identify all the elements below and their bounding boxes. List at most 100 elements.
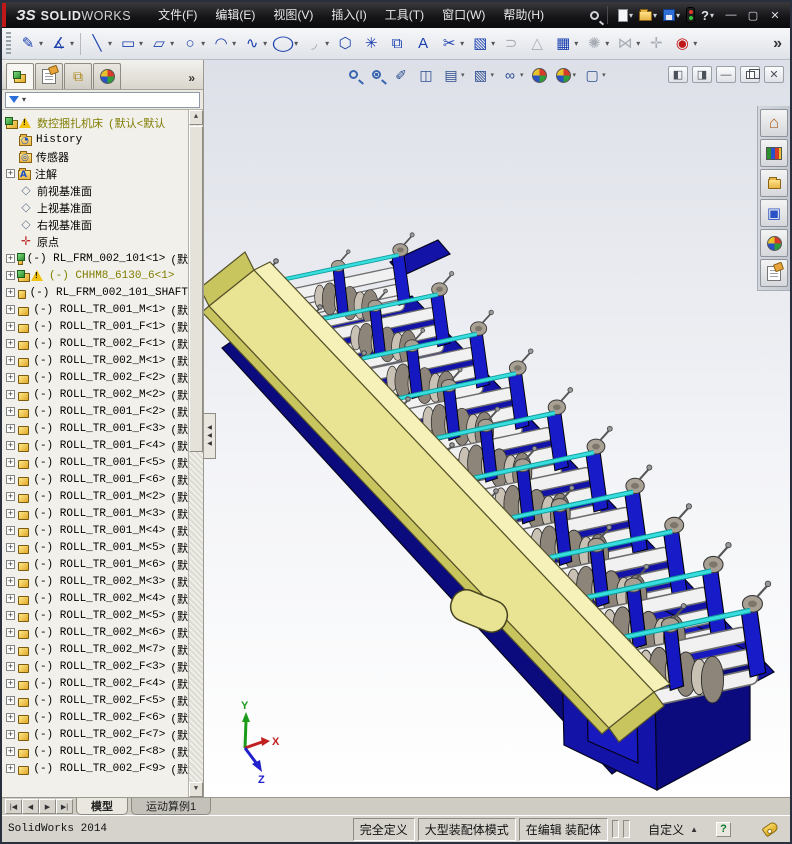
tree-item[interactable]: + (-) ROLL_TR_002_F<8> (默 [2, 743, 188, 760]
search-icon[interactable] [589, 10, 599, 20]
tree-item[interactable]: + (-) ROLL_TR_002_F<1> (默 [2, 335, 188, 352]
expand-icon[interactable]: + [6, 764, 15, 773]
expand-icon[interactable]: + [6, 169, 15, 178]
polygon-button[interactable]: ⬡ [332, 32, 358, 56]
sketch-text-button[interactable]: A [410, 32, 436, 56]
tab-motion-study[interactable]: 运动算例1 [131, 798, 212, 815]
dropdown-icon[interactable]: ▾ [605, 39, 609, 48]
convert-entities-button[interactable]: ⧉ [384, 32, 410, 56]
tree-item[interactable]: + (-) ROLL_TR_002_F<9> (默 [2, 760, 188, 777]
tree-item[interactable]: ◇ 上视基准面 [2, 199, 188, 216]
tree-item[interactable]: + 注解 [2, 165, 188, 182]
dropdown-icon[interactable]: ▾ [108, 39, 112, 48]
sketch-fillet-button[interactable]: ◞ ▾ [301, 32, 332, 56]
linear-sketch-pattern-button[interactable]: ▦ ▾ [550, 32, 581, 56]
tree-item[interactable]: + (-) ROLL_TR_001_F<1> (默 [2, 318, 188, 335]
tree-item[interactable]: + (-) ROLL_TR_002_M<7> (默 [2, 641, 188, 658]
view-palette-button[interactable]: ▣ [760, 199, 788, 227]
tree-item[interactable]: + (-) ROLL_TR_001_F<6> (默 [2, 471, 188, 488]
expand-icon[interactable]: + [6, 356, 15, 365]
hide-show-items-button[interactable]: ∞ ▾ [499, 65, 526, 85]
panel-tabs-overflow[interactable]: » [188, 71, 201, 89]
expand-icon[interactable]: + [6, 254, 15, 263]
tree-item[interactable]: + (-) ROLL_TR_001_M<3> (默 [2, 505, 188, 522]
tab-nav-button-1[interactable]: ◀ [22, 799, 39, 814]
minimize-document-button[interactable]: — [716, 66, 736, 83]
graphics-area[interactable]: Y X Z [204, 60, 790, 797]
tree-item[interactable]: + (-) RL_FRM_002_101_SHAFT [2, 284, 188, 301]
dropdown-icon[interactable]: ▾ [676, 11, 680, 20]
apply-scene-button[interactable]: ▾ [553, 66, 579, 85]
dropdown-icon[interactable]: ▾ [629, 11, 633, 20]
zoom-to-area-button[interactable] [367, 66, 387, 85]
tree-item[interactable]: + (-) ROLL_TR_001_M<4> (默 [2, 522, 188, 539]
circle-button[interactable]: ○ ▾ [177, 32, 208, 56]
tree-item[interactable]: + (-) ROLL_TR_002_F<3> (默 [2, 658, 188, 675]
point-button[interactable]: ✳ [358, 32, 384, 56]
isometric-sketch-button[interactable]: ▧ ▾ [467, 32, 498, 56]
expand-icon[interactable]: + [6, 526, 15, 535]
dropdown-icon[interactable]: ▾ [491, 39, 495, 48]
scrollbar-thumb[interactable] [189, 126, 203, 452]
expand-icon[interactable]: + [6, 305, 15, 314]
expand-icon[interactable]: + [6, 662, 15, 671]
open-document-icon[interactable]: ▾ [637, 7, 659, 23]
filter-caret-icon[interactable]: ▾ [22, 95, 26, 104]
ellipse-button[interactable]: ◯ ▾ [270, 32, 301, 56]
zoom-to-fit-button[interactable] [344, 66, 364, 85]
expand-icon[interactable]: + [6, 577, 15, 586]
tree-item[interactable]: + (-) RL_FRM_002_101<1> (默 [2, 250, 188, 267]
menu-窗口[interactable]: 窗口(W) [433, 2, 494, 28]
dropdown-icon[interactable]: ▾ [460, 39, 464, 48]
tab-nav-button-3[interactable]: ▶| [56, 799, 73, 814]
expand-icon[interactable]: + [6, 679, 15, 688]
menu-文件[interactable]: 文件(F) [149, 2, 206, 28]
dropdown-icon[interactable]: ▾ [170, 39, 174, 48]
expand-icon[interactable]: + [6, 288, 15, 297]
dropdown-icon[interactable]: ▾ [636, 39, 640, 48]
tree-item[interactable]: ✛ 原点 [2, 233, 188, 250]
expand-icon[interactable]: + [6, 509, 15, 518]
status-help-button[interactable]: ? [716, 821, 731, 837]
toolbar-overflow-button[interactable]: » [769, 35, 786, 53]
close-document-button[interactable]: ✕ [764, 66, 784, 83]
tree-item[interactable]: + (-) ROLL_TR_002_F<6> (默 [2, 709, 188, 726]
offset-entities-button[interactable]: ⊃ [498, 32, 524, 56]
expand-icon[interactable]: + [6, 441, 15, 450]
menu-视图[interactable]: 视图(V) [264, 2, 322, 28]
feedback-tag-icon[interactable] [761, 820, 780, 838]
tree-item[interactable]: + (-) ROLL_TR_002_M<3> (默 [2, 573, 188, 590]
expand-icon[interactable]: + [6, 271, 15, 280]
tree-item-root[interactable]: 数控捆扎机床 (默认<默认 [2, 114, 188, 131]
expand-icon[interactable]: + [6, 492, 15, 501]
save-document-icon[interactable]: ▾ [661, 7, 682, 23]
display-style-button[interactable]: ▧ ▾ [470, 65, 497, 85]
custom-properties-button[interactable] [760, 259, 788, 287]
tree-item[interactable]: + (-) ROLL_TR_002_F<4> (默 [2, 675, 188, 692]
expand-icon[interactable]: + [6, 611, 15, 620]
tile-pane-right-button[interactable]: ◨ [692, 66, 712, 83]
display-relations-button[interactable]: △ [524, 32, 550, 56]
tree-item[interactable]: ◇ 右视基准面 [2, 216, 188, 233]
tree-item[interactable]: + (-) ROLL_TR_001_F<4> (默 [2, 437, 188, 454]
dropdown-icon[interactable]: ▾ [520, 71, 524, 79]
dropdown-icon[interactable]: ▾ [232, 39, 236, 48]
toolbar-grip[interactable] [6, 31, 11, 56]
tree-item[interactable]: + (-) CHHM8_6130_6<1> [2, 267, 188, 284]
tree-scrollbar[interactable]: ▲ ▼ [188, 110, 203, 797]
tree-item[interactable]: + (-) ROLL_TR_001_M<2> (默 [2, 488, 188, 505]
menu-插入[interactable]: 插入(I) [322, 2, 375, 28]
smart-dimension-button[interactable]: ∡ ▾ [46, 32, 77, 56]
graphics-viewport[interactable]: ✐ ◫ ▤ ▾ ▧ ▾ ∞ ▾ ▾ ▢ ▾ ◧ ◨ — ✕ ⌂ ▣ Y X Z [204, 60, 790, 797]
expand-icon[interactable]: + [6, 543, 15, 552]
tree-item[interactable]: 传感器 [2, 148, 188, 165]
tree-item[interactable]: + (-) ROLL_TR_001_M<1> (默 [2, 301, 188, 318]
dropdown-icon[interactable]: ▾ [70, 39, 74, 48]
expand-icon[interactable]: + [6, 373, 15, 382]
tab-nav-button-0[interactable]: |◀ [5, 799, 22, 814]
dropdown-icon[interactable]: ▾ [573, 71, 577, 79]
instant2d-button[interactable]: ◉ ▾ [669, 32, 700, 56]
customize-control[interactable]: 自定义 ▲ [648, 821, 698, 838]
expand-icon[interactable]: + [6, 390, 15, 399]
expand-icon[interactable]: + [6, 322, 15, 331]
